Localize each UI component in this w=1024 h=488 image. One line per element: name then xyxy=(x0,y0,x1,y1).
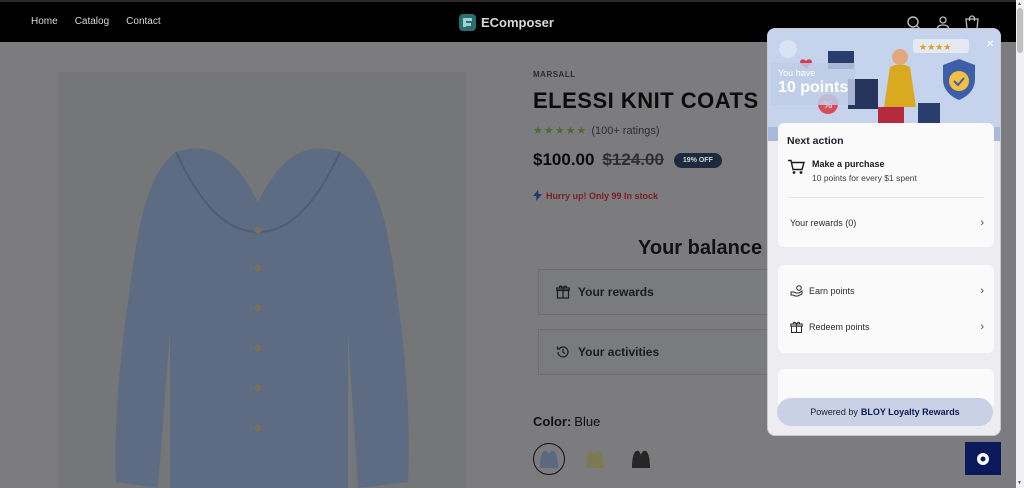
color-label: Color: xyxy=(533,414,572,429)
earn-points-label: Earn points xyxy=(809,286,855,296)
gift-icon xyxy=(556,285,570,299)
earn-points-link[interactable]: Earn points › xyxy=(790,285,984,297)
nav-contact[interactable]: Contact xyxy=(126,16,160,27)
powered-by-label: Powered by xyxy=(810,407,858,417)
stock-alert: Hurry up! Only 99 In stock xyxy=(533,190,658,201)
loyalty-launcher-icon xyxy=(977,452,989,465)
redeem-points-link[interactable]: Redeem points › xyxy=(790,321,984,333)
blue-cardigan-thumb xyxy=(540,450,558,468)
you-have-label: You have xyxy=(778,68,816,78)
product-rating: ★★★★★ (100+ ratings) xyxy=(533,124,660,138)
color-value: Blue xyxy=(574,414,601,429)
your-rewards-link[interactable]: Your rewards (0) › xyxy=(790,217,984,229)
color-swatches xyxy=(533,443,657,475)
your-rewards-label: Your rewards xyxy=(578,285,654,299)
black-cardigan-thumb xyxy=(632,450,650,468)
loyalty-launcher-button[interactable] xyxy=(965,442,1001,475)
close-icon[interactable]: ✕ xyxy=(986,39,994,50)
nav-catalog[interactable]: Catalog xyxy=(75,16,109,27)
cardigan-illustration xyxy=(115,148,409,488)
redeem-points-label: Redeem points xyxy=(809,322,870,332)
your-rewards-card[interactable]: Your rewards xyxy=(538,269,778,315)
scrollbar-thumb[interactable] xyxy=(1017,8,1023,53)
history-icon xyxy=(556,346,569,358)
next-action-card: Next action Make a purchase 10 points fo… xyxy=(778,123,994,247)
chevron-right-icon: › xyxy=(980,217,984,229)
svg-text:★★★★: ★★★★ xyxy=(919,43,951,53)
powered-brand: BLOY Loyalty Rewards xyxy=(860,407,960,417)
rating-stars: ★★★★★ xyxy=(533,125,588,137)
rating-count: (100+ ratings) xyxy=(591,124,660,137)
your-activities-card[interactable]: Your activities xyxy=(538,329,778,375)
scroll-down-arrow-icon[interactable]: ▼ xyxy=(1017,480,1022,486)
brand-mark-icon xyxy=(459,14,476,31)
purchase-desc: 10 points for every $1 spent xyxy=(812,173,917,183)
next-action-title: Next action xyxy=(787,135,844,147)
page-scrollbar[interactable]: ▲ ▼ xyxy=(1016,0,1024,488)
balance-title: Your balance xyxy=(638,237,763,259)
scroll-up-arrow-icon[interactable]: ▲ xyxy=(1017,1,1022,7)
swatch-blue[interactable] xyxy=(533,443,565,475)
price-row: $100.00 $124.00 19% OFF xyxy=(533,150,722,170)
compare-price: $124.00 xyxy=(602,150,664,169)
product-image[interactable] xyxy=(58,72,466,488)
product-vendor: MARSALL xyxy=(533,70,576,79)
stock-text: Hurry up! Only 99 In stock xyxy=(546,190,659,201)
swatch-black[interactable] xyxy=(625,443,657,475)
shopping-cart-icon xyxy=(788,159,805,174)
your-rewards-count: Your rewards (0) xyxy=(790,218,857,228)
your-activities-label: Your activities xyxy=(578,345,660,359)
nav-home[interactable]: Home xyxy=(31,16,58,27)
chevron-right-icon: › xyxy=(980,285,984,297)
brand-name: EComposer xyxy=(481,15,554,30)
divider xyxy=(788,197,984,198)
chevron-right-icon: › xyxy=(980,321,984,333)
brand-logo[interactable]: EComposer xyxy=(459,14,554,31)
points-summary: You have 10 points xyxy=(771,63,855,105)
gift-icon xyxy=(790,321,803,333)
color-selector-label: Color: Blue xyxy=(533,414,600,429)
price: $100.00 xyxy=(533,150,595,169)
powered-by-bar[interactable]: Powered by BLOY Loyalty Rewards xyxy=(777,398,993,426)
earn-redeem-card: Earn points › Redeem points › xyxy=(778,265,994,353)
yellow-cardigan-thumb xyxy=(586,450,604,468)
lightning-icon xyxy=(533,190,542,201)
swatch-yellow[interactable] xyxy=(579,443,611,475)
loyalty-panel: ★★★★ % You have 10 points ✕ Next action … xyxy=(767,28,1001,436)
discount-badge: 19% OFF xyxy=(673,152,722,168)
purchase-title: Make a purchase xyxy=(812,159,885,169)
coins-hand-icon xyxy=(790,285,803,297)
purchase-action[interactable]: Make a purchase 10 points for every $1 s… xyxy=(787,159,917,183)
points-value: 10 points xyxy=(778,79,849,96)
main-nav: Home Catalog Contact xyxy=(31,16,161,27)
product-title: ELESSI KNIT COATS xyxy=(533,88,759,113)
